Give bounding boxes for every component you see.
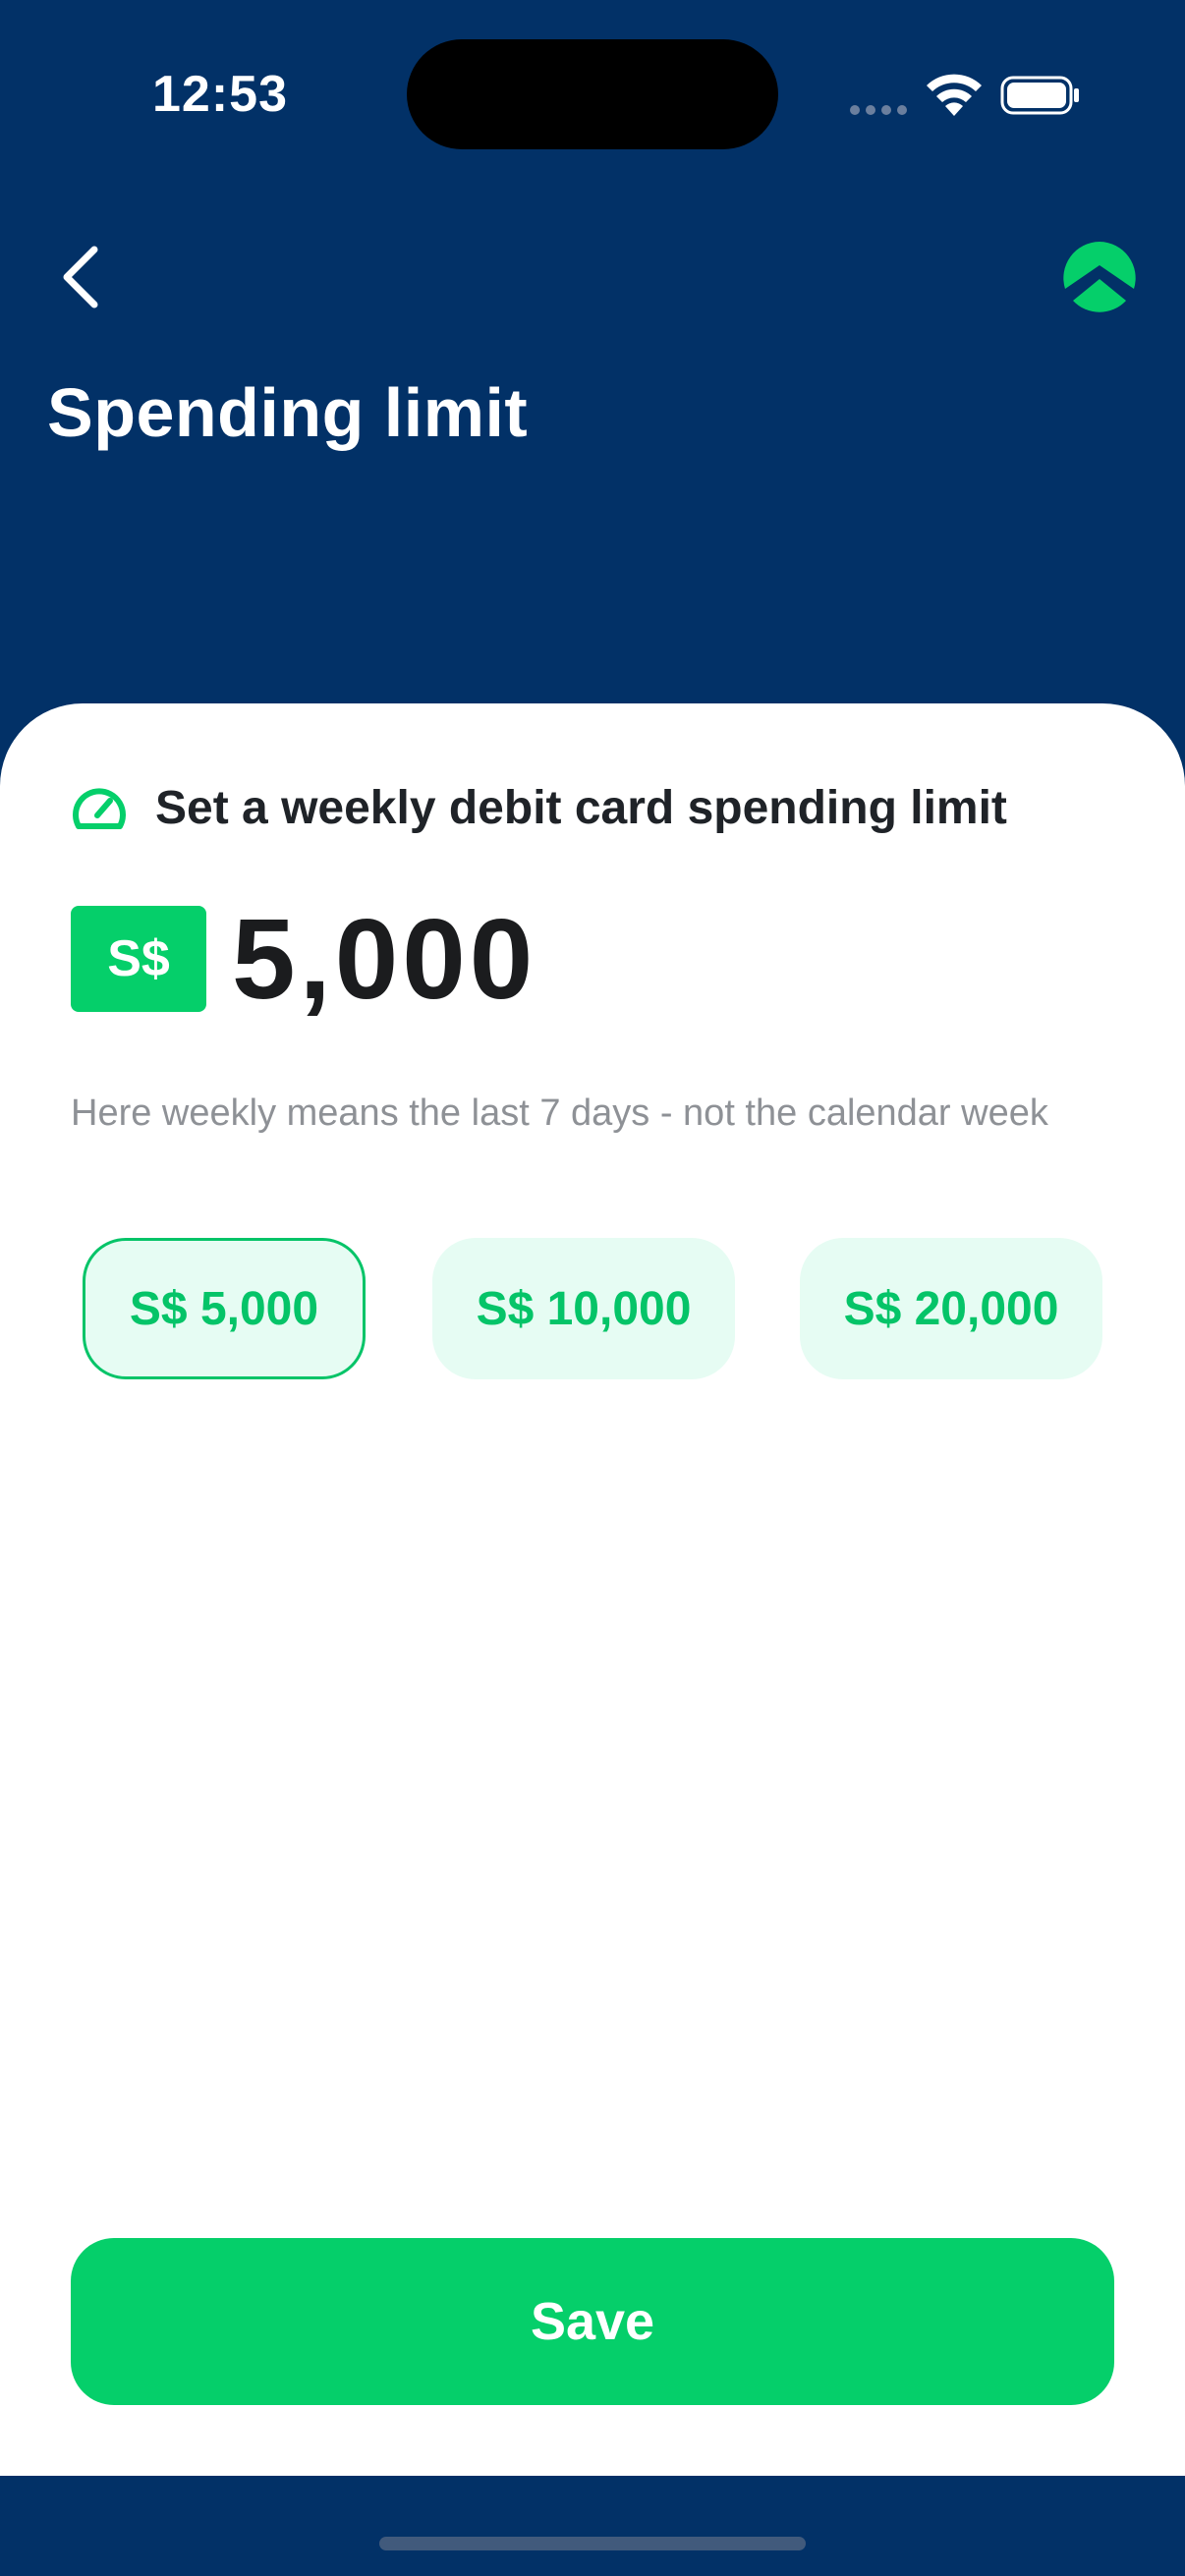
currency-badge: S$ [71,906,206,1012]
chevron-left-icon [63,246,98,308]
save-button[interactable]: Save [71,2238,1114,2405]
wifi-icon [927,74,982,116]
cellular-signal-icon [850,105,907,115]
brand-logo-icon [1063,242,1136,312]
preset-option-10000[interactable]: S$ 10,000 [432,1238,735,1379]
limit-amount[interactable]: 5,000 [232,890,536,1028]
preset-option-5000[interactable]: S$ 5,000 [83,1238,366,1379]
status-time: 12:53 [152,66,288,123]
home-indicator [379,2537,806,2550]
back-button[interactable] [45,236,116,318]
preset-option-20000[interactable]: S$ 20,000 [800,1238,1102,1379]
speedometer-icon [73,788,126,829]
battery-icon [1000,76,1079,115]
page-title: Spending limit [47,374,529,451]
section-label: Set a weekly debit card spending limit [155,781,1007,834]
section-header: Set a weekly debit card spending limit [71,776,1007,839]
dynamic-island [407,39,778,149]
helper-text: Here weekly means the last 7 days - not … [71,1092,1048,1134]
spending-limit-screen: 12:53 Spending limit Set a weekly debit … [0,0,1185,2576]
